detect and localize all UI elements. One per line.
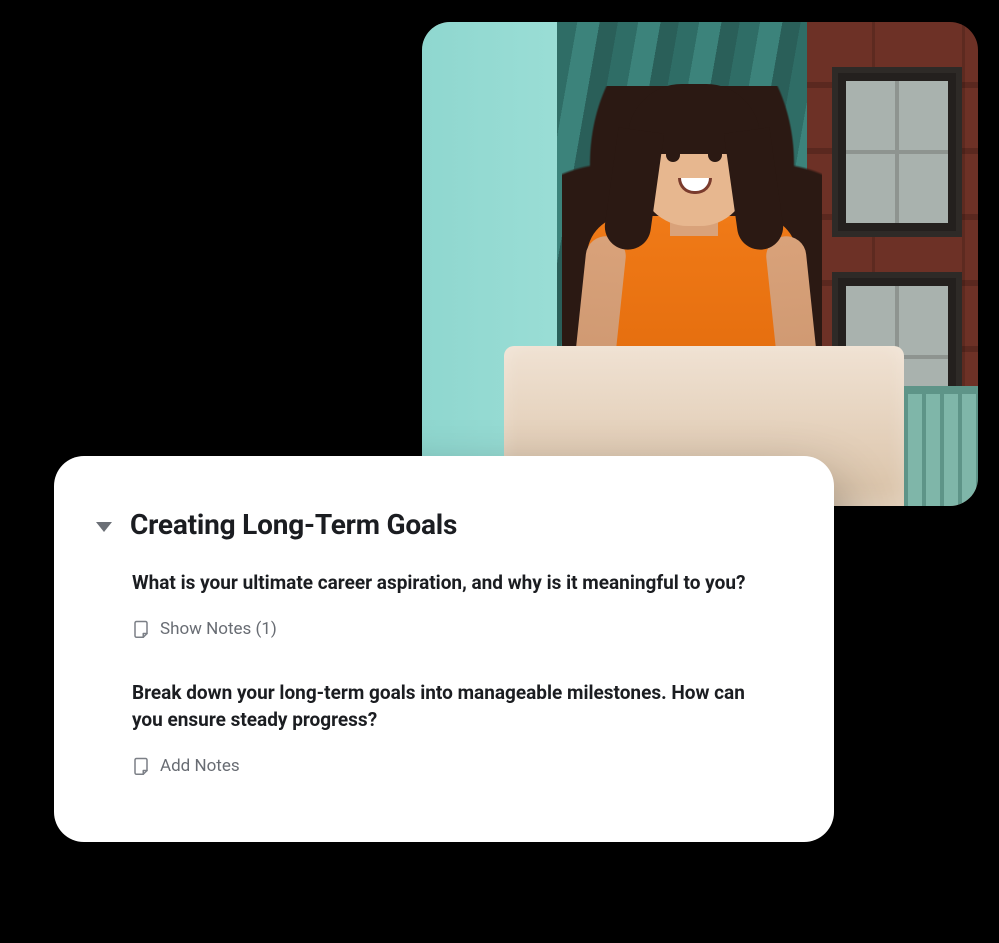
goals-card: Creating Long-Term Goals What is your ul…: [54, 456, 834, 842]
caret-down-icon[interactable]: [96, 522, 112, 532]
person-illustration: [532, 26, 852, 386]
show-notes-button[interactable]: Show Notes (1): [132, 619, 277, 639]
prompt-question: What is your ultimate career aspiration,…: [132, 569, 772, 597]
note-icon: [132, 619, 150, 639]
notes-action-label: Add Notes: [160, 756, 240, 776]
prompt-item: Break down your long-term goals into man…: [132, 679, 778, 780]
card-title: Creating Long-Term Goals: [130, 508, 457, 541]
notes-action-label: Show Notes (1): [160, 619, 277, 639]
hero-image: [422, 22, 978, 506]
card-body: What is your ultimate career aspiration,…: [96, 569, 778, 780]
prompt-item: What is your ultimate career aspiration,…: [132, 569, 778, 643]
note-icon: [132, 756, 150, 776]
card-header: Creating Long-Term Goals: [96, 508, 778, 541]
prompt-question: Break down your long-term goals into man…: [132, 679, 772, 734]
add-notes-button[interactable]: Add Notes: [132, 756, 240, 776]
